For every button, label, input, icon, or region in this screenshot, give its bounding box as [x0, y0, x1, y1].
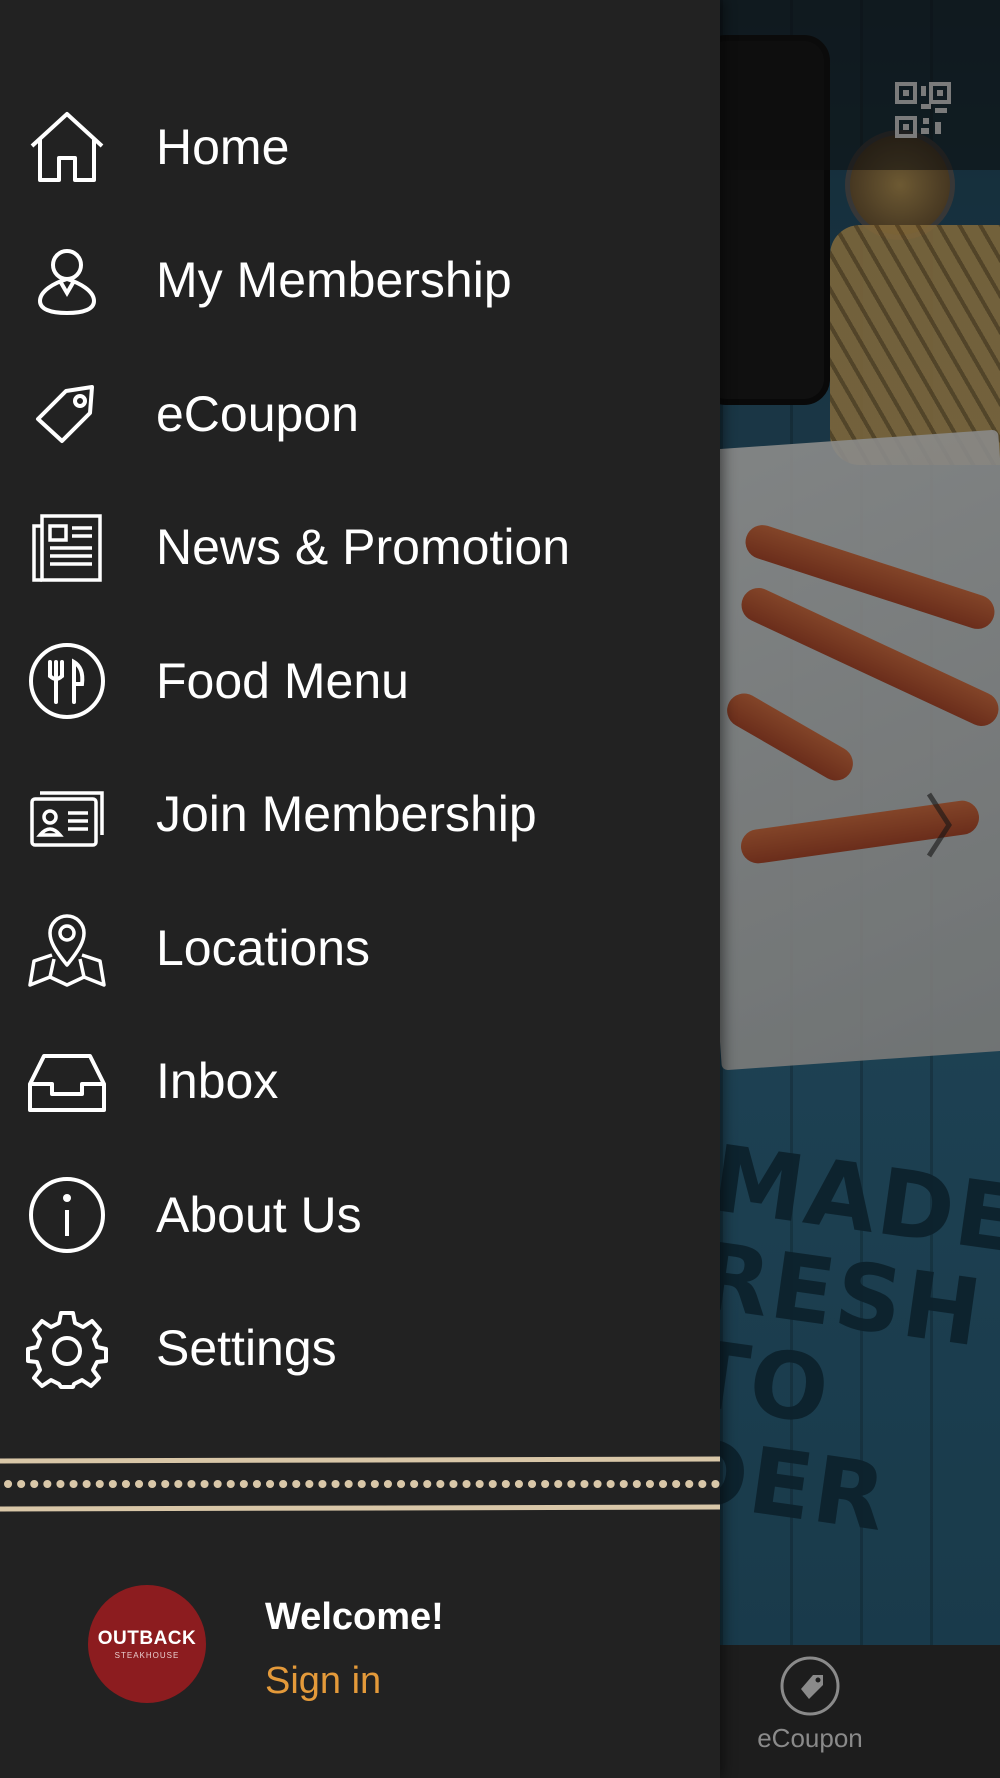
decorative-divider: [0, 1456, 720, 1512]
user-icon: [26, 239, 108, 321]
menu-item-label: Food Menu: [156, 652, 409, 709]
menu-item-label: About Us: [156, 1186, 362, 1243]
gear-icon: [26, 1307, 108, 1390]
menu-item-news-promotion[interactable]: News & Promotion: [0, 481, 720, 615]
profile-section: OUTBACK STEAKHOUSE Welcome! Sign in: [0, 1513, 720, 1778]
home-icon: [26, 106, 108, 188]
map-pin-icon: [26, 907, 108, 989]
inbox-icon: [26, 1040, 108, 1122]
menu-item-label: Locations: [156, 919, 371, 976]
menu-item-settings[interactable]: Settings: [0, 1282, 720, 1416]
tab-ecoupon[interactable]: eCoupon: [755, 1655, 865, 1754]
info-icon: [26, 1174, 108, 1256]
menu-item-inbox[interactable]: Inbox: [0, 1015, 720, 1149]
menu-item-my-membership[interactable]: My Membership: [0, 214, 720, 348]
menu-item-home[interactable]: Home: [0, 80, 720, 214]
menu-item-about-us[interactable]: About Us: [0, 1148, 720, 1282]
fork-knife-icon: [26, 640, 108, 722]
menu-item-label: Inbox: [156, 1053, 279, 1110]
dim-overlay[interactable]: [720, 0, 1000, 1778]
welcome-text: Welcome!: [265, 1596, 444, 1638]
tag-icon: [780, 1656, 840, 1716]
menu-item-join-membership[interactable]: Join Membership: [0, 748, 720, 882]
outback-logo: OUTBACK STEAKHOUSE: [88, 1585, 206, 1703]
tab-ecoupon-label: eCoupon: [757, 1723, 863, 1753]
newspaper-icon: [26, 506, 108, 588]
logo-subtext: STEAKHOUSE: [114, 1651, 180, 1660]
id-card-icon: [26, 773, 108, 855]
menu-item-label: Settings: [156, 1320, 337, 1377]
menu-item-label: Home: [156, 118, 290, 175]
menu-item-label: News & Promotion: [156, 519, 571, 576]
logo-text: OUTBACK: [97, 1628, 197, 1649]
menu-item-locations[interactable]: Locations: [0, 881, 720, 1015]
menu-item-label: eCoupon: [156, 385, 359, 442]
menu-item-label: My Membership: [156, 252, 512, 309]
menu-item-label: Join Membership: [156, 786, 537, 843]
sign-in-link[interactable]: Sign in: [265, 1660, 381, 1703]
drawer-menu: Home My Membership eCoupon News & Promot…: [0, 80, 720, 1415]
menu-item-ecoupon[interactable]: eCoupon: [0, 347, 720, 481]
tag-icon: [26, 373, 108, 455]
menu-item-food-menu[interactable]: Food Menu: [0, 614, 720, 748]
navigation-drawer: Home My Membership eCoupon News & Promot…: [0, 0, 720, 1778]
